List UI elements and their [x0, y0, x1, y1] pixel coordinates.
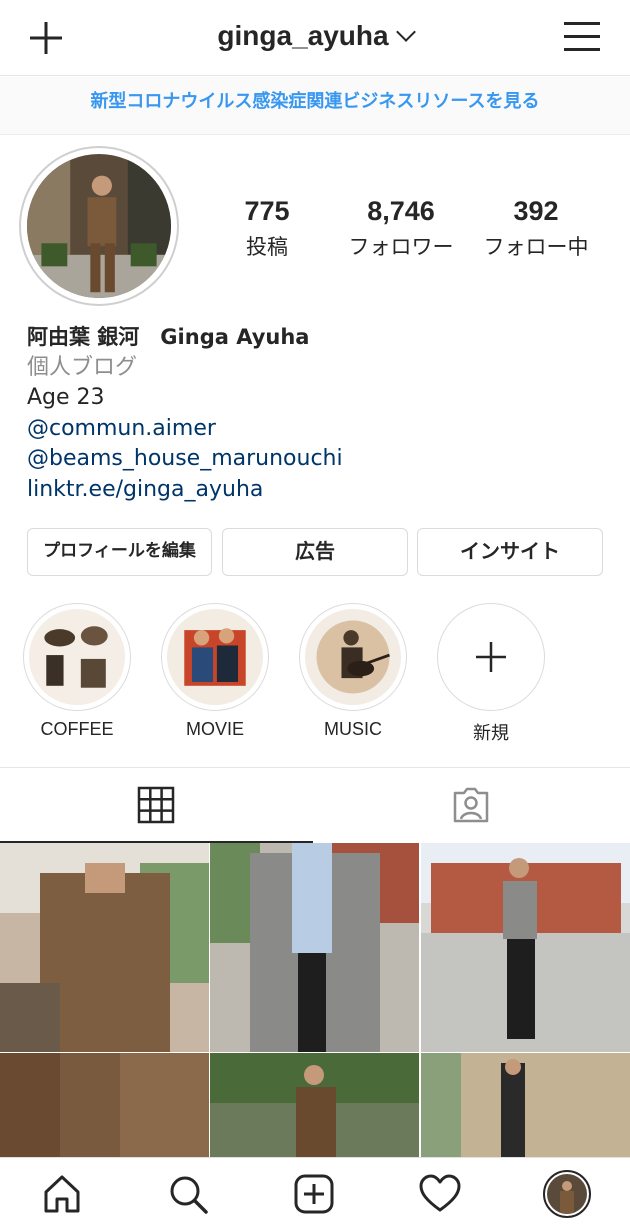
highlight-label: MUSIC: [324, 719, 382, 739]
followers-label: フォロワー: [348, 235, 454, 259]
posts-number: 775: [244, 196, 290, 226]
bio-text: Age 23: [27, 385, 105, 410]
hamburger-icon[interactable]: [564, 22, 600, 52]
highlight-label: MOVIE: [185, 719, 244, 739]
grid-icon[interactable]: [137, 786, 175, 824]
heart-icon[interactable]: [418, 1172, 462, 1216]
insights-button[interactable]: インサイト: [417, 528, 603, 576]
account-switcher[interactable]: ginga_ayuha: [0, 20, 630, 52]
bottom-nav: [0, 1157, 630, 1226]
post-thumbnail[interactable]: [421, 1053, 630, 1157]
profile-avatar[interactable]: [543, 1170, 591, 1218]
ads-button[interactable]: 広告: [222, 528, 408, 576]
post-thumbnail[interactable]: [421, 843, 630, 1052]
chevron-down-icon: [395, 22, 416, 42]
highlight-music[interactable]: MUSIC: [299, 603, 407, 740]
posts-count[interactable]: 775 投稿: [227, 196, 307, 261]
top-bar: ginga_ayuha: [0, 0, 630, 76]
highlight-label: 新規: [473, 723, 509, 743]
following-count[interactable]: 392 フォロー中: [474, 196, 598, 261]
search-icon[interactable]: [166, 1172, 210, 1216]
post-thumbnail[interactable]: [210, 843, 419, 1052]
highlight-label: COFFEE: [40, 719, 114, 739]
following-number: 392: [513, 196, 559, 226]
tagged-person-icon[interactable]: [451, 785, 491, 825]
highlight-movie[interactable]: MOVIE: [161, 603, 269, 740]
posts-label: 投稿: [246, 235, 288, 259]
post-thumbnail[interactable]: [0, 1053, 209, 1157]
post-thumbnail[interactable]: [0, 843, 209, 1052]
username: ginga_ayuha: [217, 20, 389, 51]
profile-tabs: [0, 767, 630, 843]
mention-link-1[interactable]: @commun.aimer: [27, 414, 343, 445]
website-link[interactable]: linktr.ee/ginga_ayuha: [27, 475, 343, 506]
new-highlight-button[interactable]: 新規: [437, 603, 545, 745]
highlight-coffee[interactable]: COFFEE: [23, 603, 131, 740]
posts-grid: [0, 843, 630, 1157]
covid-resources-link[interactable]: 新型コロナウイルス感染症関連ビジネスリソースを見る: [0, 77, 630, 135]
followers-number: 8,746: [367, 196, 435, 226]
following-label: フォロー中: [483, 235, 589, 259]
bio: 阿由葉 銀河 Ginga Ayuha 個人ブログ Age 23 @commun.…: [27, 322, 343, 505]
new-post-icon[interactable]: [292, 1172, 336, 1216]
home-icon[interactable]: [40, 1172, 84, 1216]
category: 個人ブログ: [27, 354, 138, 380]
edit-profile-button[interactable]: プロフィールを編集: [27, 528, 212, 576]
mention-link-2[interactable]: @beams_house_marunouchi: [27, 444, 343, 475]
post-thumbnail[interactable]: [210, 1053, 419, 1157]
plus-icon: [476, 642, 506, 672]
followers-count[interactable]: 8,746 フォロワー: [336, 196, 466, 261]
display-name: 阿由葉 銀河 Ginga Ayuha: [27, 325, 310, 349]
profile-avatar[interactable]: [19, 146, 179, 306]
